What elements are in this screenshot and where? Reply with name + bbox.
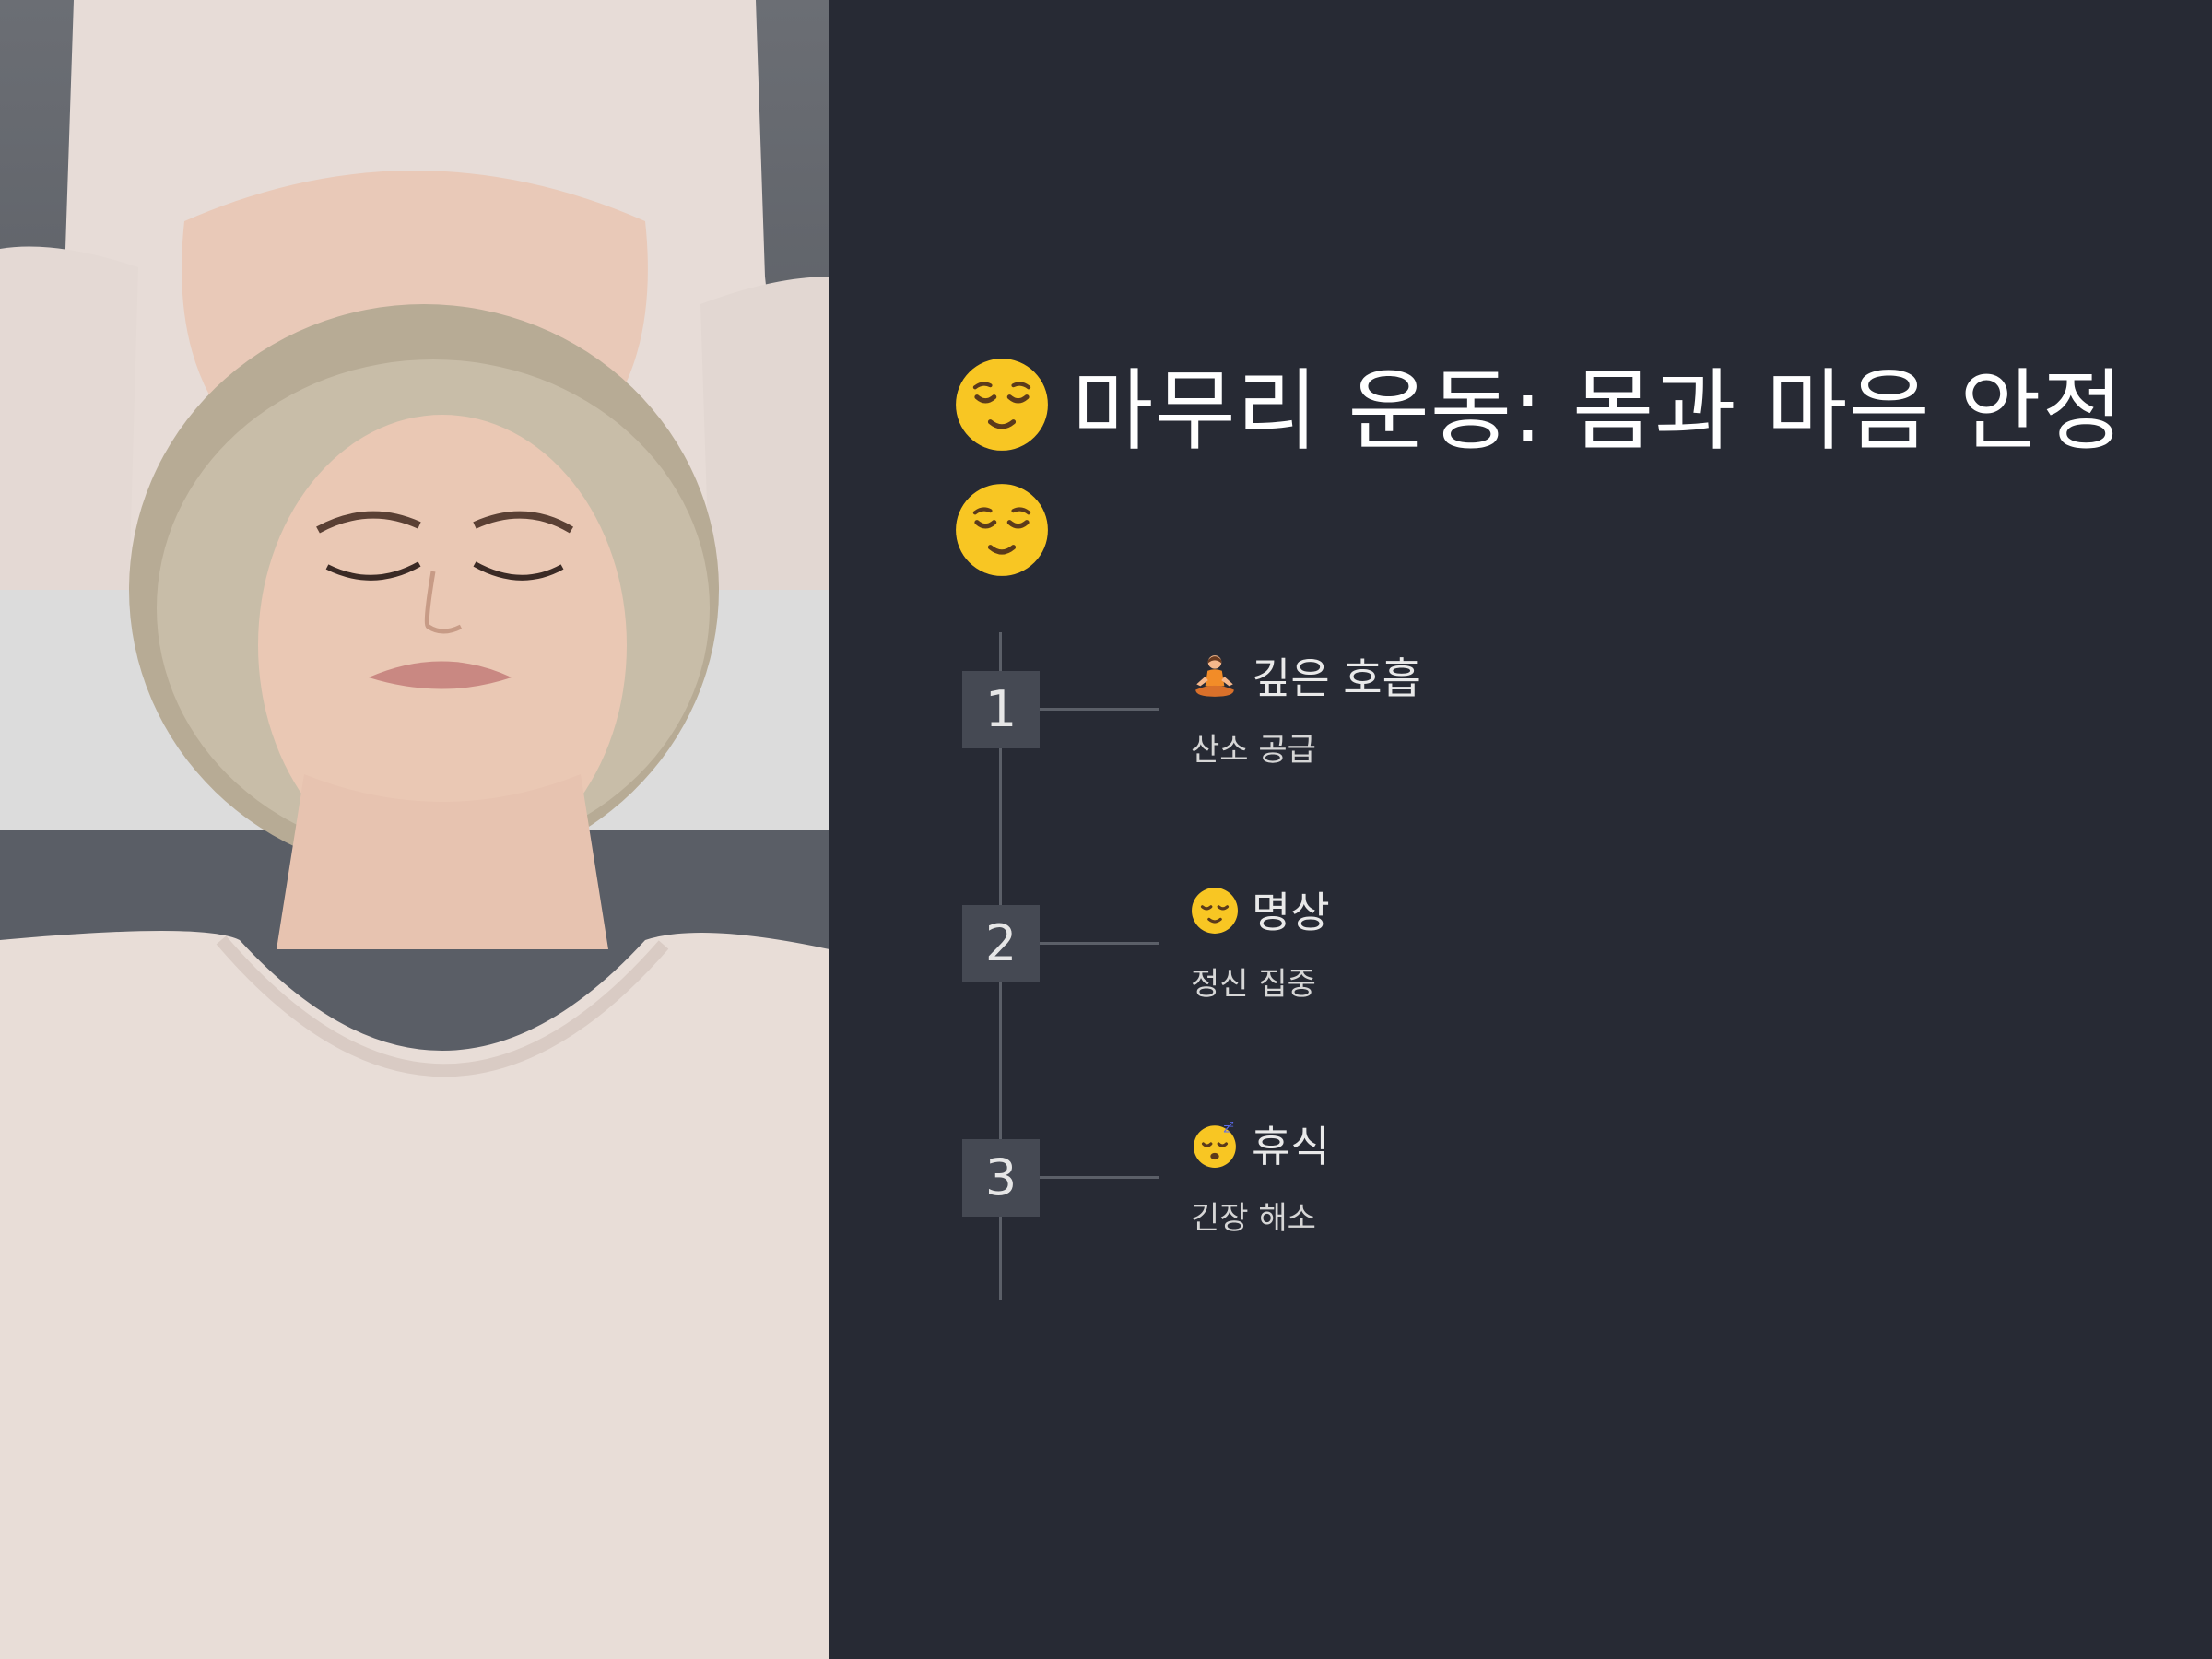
content-panel: 마무리 운동: 몸과 마음 안정 1 깊은 호흡 산소 공급 2 명상 정신 집… <box>830 0 2212 1659</box>
timeline-step-3: 3 z z 휴식 긴장 해소 <box>962 1119 1884 1237</box>
step-number-badge: 2 <box>962 905 1040 982</box>
step-description: 긴장 해소 <box>1191 1200 1316 1237</box>
step-title-text: 명상 <box>1252 888 1330 937</box>
person-in-lotus-position-icon <box>1191 653 1239 713</box>
sleeping-face-icon: z z <box>1191 1119 1239 1182</box>
step-title-text: 휴식 <box>1252 1122 1330 1171</box>
timeline-step-2: 2 명상 정신 집중 <box>962 888 1884 1003</box>
step-description: 정신 집중 <box>1191 966 1316 1003</box>
page-title: 마무리 운동: 몸과 마음 안정 <box>954 355 2152 604</box>
step-title: 명상 <box>1191 885 1330 947</box>
timeline-step-1: 1 깊은 호흡 산소 공급 <box>962 653 1884 769</box>
woman-lying-relaxed-photo <box>0 0 830 1659</box>
step-number-badge: 3 <box>962 1139 1040 1217</box>
step-title: z z 휴식 <box>1191 1119 1330 1182</box>
step-connector <box>1040 942 1159 945</box>
svg-text:z: z <box>1230 1121 1234 1129</box>
relieved-face-emoji-icon <box>954 357 1050 478</box>
page-title-text: 마무리 운동: 몸과 마음 안정 <box>1072 359 2124 463</box>
photo-illustration <box>0 0 830 1659</box>
step-description: 산소 공급 <box>1191 732 1316 769</box>
step-title-text: 깊은 호흡 <box>1252 653 1421 703</box>
step-title: 깊은 호흡 <box>1191 651 1421 713</box>
relieved-face-icon <box>1191 887 1239 947</box>
step-connector <box>1040 1176 1159 1179</box>
step-number-badge: 1 <box>962 671 1040 748</box>
relieved-face-emoji-icon <box>954 482 1050 604</box>
slide: 마무리 운동: 몸과 마음 안정 1 깊은 호흡 산소 공급 2 명상 정신 집… <box>0 0 2212 1659</box>
step-connector <box>1040 708 1159 711</box>
